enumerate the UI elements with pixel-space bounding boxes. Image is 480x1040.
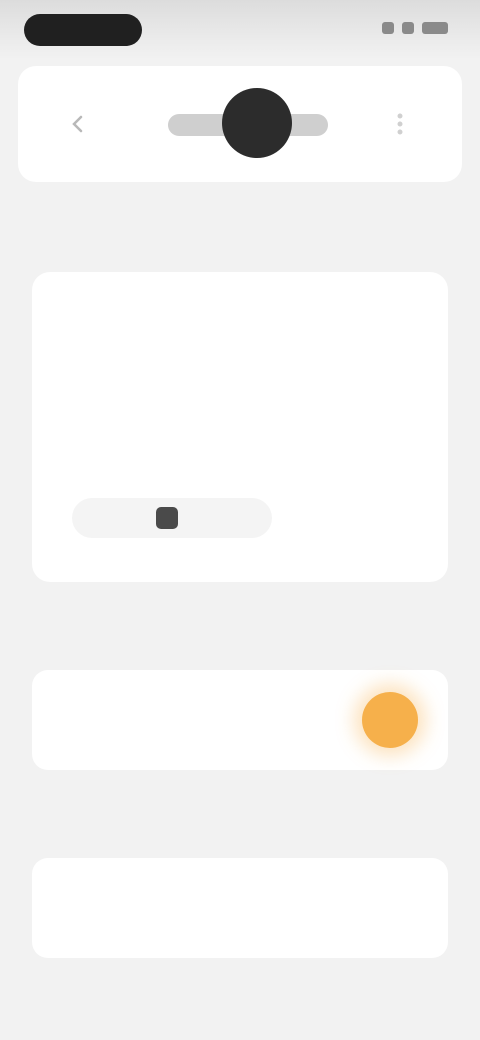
chevron-left-icon bbox=[72, 115, 83, 133]
toggle-switch[interactable] bbox=[362, 692, 418, 748]
stop-icon bbox=[156, 507, 178, 529]
wifi-icon bbox=[402, 22, 414, 34]
extra-row[interactable] bbox=[32, 858, 448, 958]
status-bar bbox=[0, 0, 480, 60]
main-card bbox=[32, 272, 448, 582]
back-button[interactable] bbox=[48, 104, 108, 144]
more-vertical-icon bbox=[397, 113, 403, 135]
status-icons bbox=[382, 22, 448, 34]
settings-row[interactable] bbox=[32, 670, 448, 770]
menu-button[interactable] bbox=[378, 106, 422, 142]
action-button[interactable] bbox=[72, 498, 272, 538]
status-time-pill bbox=[24, 14, 142, 46]
mode-selector-handle[interactable] bbox=[222, 88, 292, 158]
battery-icon bbox=[422, 22, 448, 34]
header-card bbox=[18, 66, 462, 182]
signal-icon bbox=[382, 22, 394, 34]
